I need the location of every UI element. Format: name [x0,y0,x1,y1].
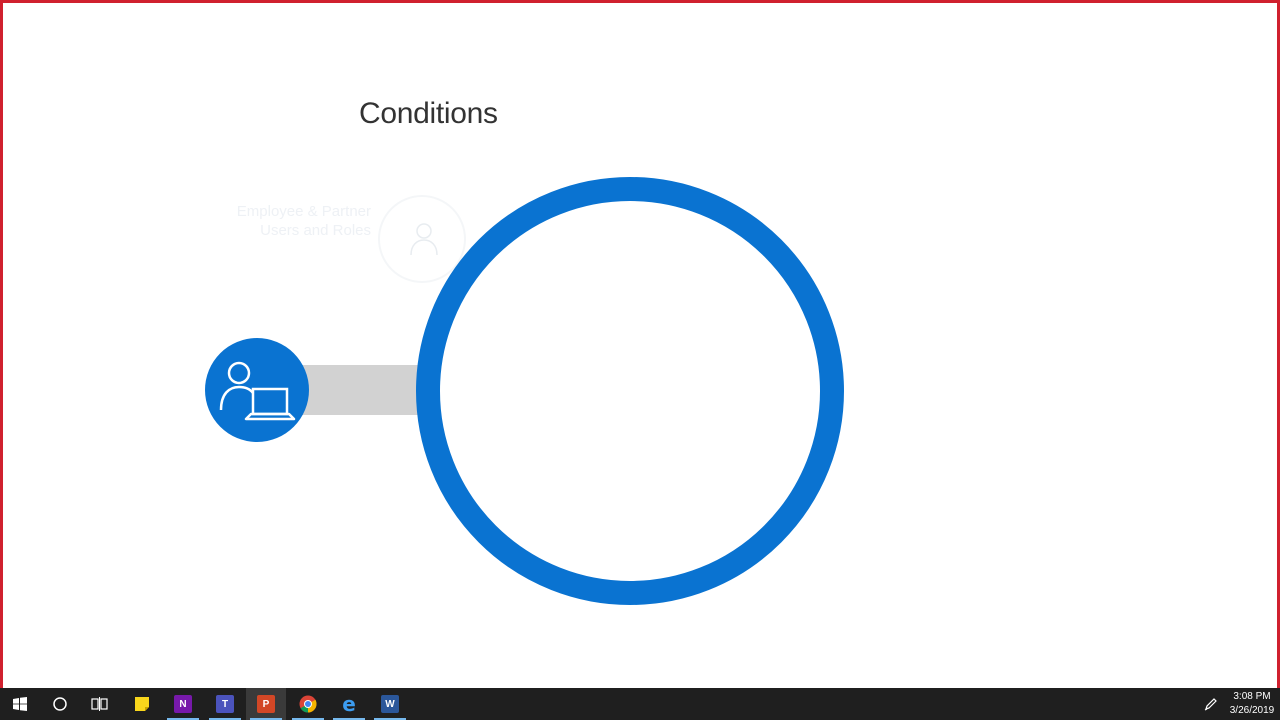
slide-title: Conditions [359,97,498,130]
user-icon [410,223,438,256]
start-button[interactable] [0,688,40,720]
edge-app[interactable]: e [329,688,369,720]
clock-date: 3/26/2019 [1229,705,1275,716]
pen-icon [1204,698,1217,711]
user-device-circle [205,338,309,442]
sticky-notes-app[interactable] [122,688,162,720]
windows-logo-icon [13,697,27,711]
word-icon: W [381,695,399,713]
powerpoint-app[interactable]: P [246,688,286,720]
cortana-circle-icon [53,697,67,711]
word-app[interactable]: W [370,688,410,720]
user-laptop-icon [219,361,296,421]
connector-bar [301,365,425,415]
search-button[interactable] [40,688,80,720]
presentation-slide: Conditions Employee & Partner Users and … [0,0,1280,688]
powerpoint-icon: P [257,695,275,713]
screen: Conditions Employee & Partner Users and … [0,0,1280,720]
teams-icon: T [216,695,234,713]
sticky-notes-icon [135,697,149,711]
edge-icon: e [342,692,356,716]
taskbar: N T P e W 3:08 PM 3/26/2019 [0,688,1280,720]
teams-app[interactable]: T [205,688,245,720]
task-view-button[interactable] [80,688,120,720]
onenote-app[interactable]: N [163,688,203,720]
pen-workspace-button[interactable] [1200,688,1222,720]
system-clock[interactable]: 3:08 PM 3/26/2019 [1224,690,1280,718]
faded-users-label: Employee & Partner Users and Roles [236,203,371,239]
chrome-icon [299,695,317,713]
large-circle-ring [416,177,844,605]
task-view-icon [91,697,108,711]
chrome-app[interactable] [288,688,328,720]
onenote-icon: N [174,695,192,713]
clock-time: 3:08 PM [1233,691,1271,702]
